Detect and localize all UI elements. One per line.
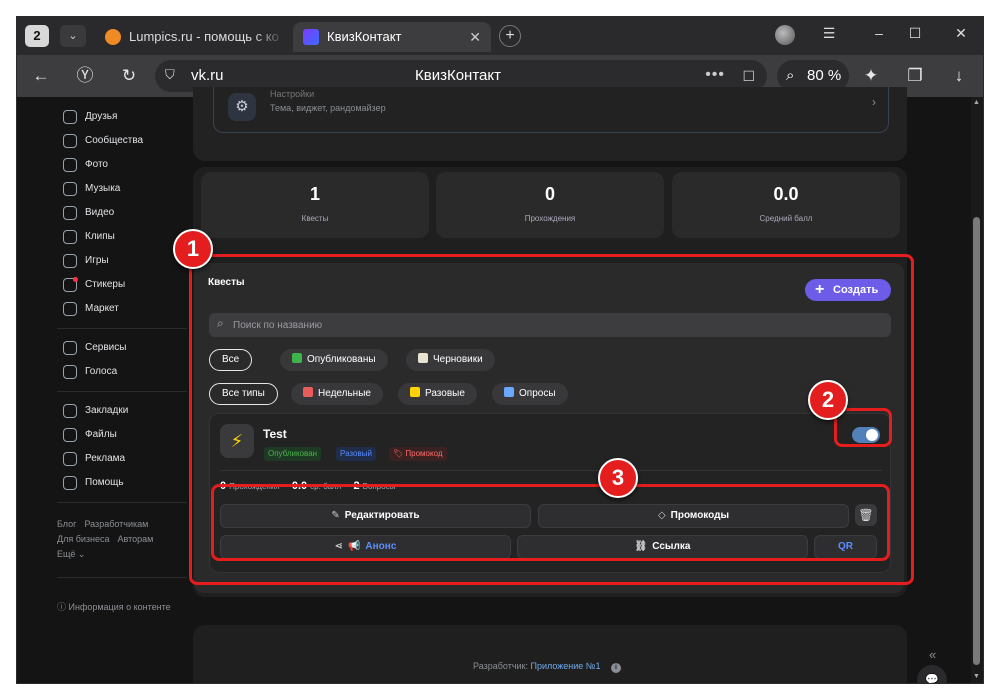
step-marker-2: 2	[808, 380, 848, 420]
notification-dot	[73, 277, 78, 282]
tab-kvizkontakt[interactable]: КвизКонтакт ✕	[293, 22, 491, 52]
sidebar-item-games[interactable]: Игры	[63, 252, 109, 270]
divider	[57, 328, 187, 329]
stat-label: Средний балл	[759, 214, 813, 223]
sidebar-item-votes[interactable]: Голоса	[63, 363, 117, 381]
link-developers[interactable]: Разработчикам	[84, 519, 148, 529]
more-icon[interactable]: •••	[705, 60, 725, 90]
divider	[57, 391, 187, 392]
sidebar-item-files[interactable]: Файлы	[63, 426, 117, 444]
developer-footer: Разработчик: Приложение №1 i	[193, 625, 907, 683]
page-scrollbar[interactable]: ▲ ▼	[971, 97, 983, 683]
friends-icon	[63, 110, 77, 124]
profile-avatar[interactable]	[775, 25, 795, 45]
zoom-level: 80 %	[807, 67, 842, 84]
developer-link[interactable]: Приложение №1	[531, 661, 601, 671]
communities-icon	[63, 134, 77, 148]
back-icon[interactable]: ←	[29, 64, 53, 88]
settings-row[interactable]: ⚙ Настройки Тема, виджет, рандомайзер ›	[213, 87, 889, 133]
video-icon	[63, 206, 77, 220]
yandex-icon[interactable]: Ⓨ	[73, 64, 97, 88]
collapse-icon[interactable]: «	[929, 647, 936, 662]
scroll-down-icon[interactable]: ▼	[973, 673, 980, 680]
sidebar-item-clips[interactable]: Клипы	[63, 228, 115, 246]
lumpics-favicon-icon	[105, 29, 121, 45]
divider	[57, 577, 187, 578]
link-business[interactable]: Для бизнеса	[57, 534, 110, 544]
bookmark-icon	[63, 404, 77, 418]
chevron-down-icon[interactable]: ⌄	[60, 25, 86, 47]
extensions-icon[interactable]: ✦	[859, 64, 883, 88]
tab-lumpics[interactable]: Lumpics.ru - помощь с ко	[95, 22, 285, 52]
content-info-link[interactable]: ⓘ Информация о контенте	[57, 600, 171, 613]
gear-icon: ⚙	[228, 93, 256, 121]
photo-icon	[63, 158, 77, 172]
clips-icon	[63, 230, 77, 244]
collections-icon[interactable]: ❐	[903, 64, 927, 88]
settings-title: Настройки	[270, 89, 315, 99]
market-icon	[63, 302, 77, 316]
services-icon	[63, 341, 77, 355]
sidebar-item-friends[interactable]: Друзья	[63, 108, 117, 126]
votes-icon	[63, 365, 77, 379]
close-window-icon[interactable]: ✕	[951, 25, 971, 42]
vk-sidebar: Друзья Сообщества Фото Музыка Видео Клип…	[57, 97, 197, 683]
stat-label: Прохождения	[524, 214, 576, 223]
kvizkontakt-favicon-icon	[303, 29, 319, 45]
sidebar-item-video[interactable]: Видео	[63, 204, 114, 222]
sidebar-item-stickers[interactable]: Стикеры	[63, 276, 125, 294]
link-more[interactable]: Ещё ⌄	[57, 549, 85, 559]
reload-icon[interactable]: ↻	[117, 64, 141, 88]
sidebar-item-help[interactable]: Помощь	[63, 474, 124, 492]
stat-value: 1	[309, 184, 320, 204]
sidebar-item-music[interactable]: Музыка	[63, 180, 120, 198]
downloads-icon[interactable]: ↓	[947, 64, 971, 88]
info-icon[interactable]: i	[610, 663, 621, 673]
stat-value: 0.0	[773, 184, 799, 204]
tab-label: КвизКонтакт	[327, 29, 402, 44]
close-tab-icon[interactable]: ✕	[469, 22, 481, 52]
scrollbar-thumb[interactable]	[973, 217, 980, 665]
stat-completions: 0 Прохождения	[436, 172, 664, 238]
stat-value: 0	[544, 184, 555, 204]
stat-label: Квесты	[301, 214, 329, 223]
divider	[57, 502, 187, 503]
new-tab-button[interactable]: +	[499, 25, 521, 47]
tab-count-button[interactable]: 2	[25, 25, 49, 47]
highlight-box-toggle	[834, 408, 892, 447]
minimize-icon[interactable]: –	[869, 25, 889, 41]
tab-bar: 2 ⌄ Lumpics.ru - помощь с ко КвизКонтакт…	[17, 17, 983, 55]
sidebar-footer-links: Блог Разработчикам Для бизнеса Авторам Ещё…	[57, 517, 161, 562]
link-authors[interactable]: Авторам	[118, 534, 154, 544]
sidebar-item-ads[interactable]: Реклама	[63, 450, 125, 468]
settings-card: ⚙ Настройки Тема, виджет, рандомайзер ›	[193, 87, 907, 161]
sidebar-item-photos[interactable]: Фото	[63, 156, 108, 174]
settings-subtitle: Тема, виджет, рандомайзер	[270, 103, 386, 113]
megaphone-icon	[63, 452, 77, 466]
stat-quests: 1 Квесты	[201, 172, 429, 238]
step-marker-1: 1	[173, 229, 213, 269]
sidebar-item-market[interactable]: Маркет	[63, 300, 119, 318]
chat-icon[interactable]: 💬	[917, 665, 947, 683]
chevron-right-icon: ›	[872, 95, 876, 109]
games-icon	[63, 254, 77, 268]
sidebar-item-services[interactable]: Сервисы	[63, 339, 126, 357]
scroll-up-icon[interactable]: ▲	[973, 99, 980, 106]
music-icon	[63, 182, 77, 196]
link-blog[interactable]: Блог	[57, 519, 76, 529]
help-icon	[63, 476, 77, 490]
step-marker-3: 3	[598, 458, 638, 498]
file-icon	[63, 428, 77, 442]
stat-average: 0.0 Средний балл	[672, 172, 900, 238]
menu-icon[interactable]: ☰	[819, 25, 839, 42]
highlight-box-actions	[211, 484, 890, 561]
sidebar-item-communities[interactable]: Сообщества	[63, 132, 143, 150]
developer-credit: Разработчик: Приложение №1 i	[473, 661, 621, 673]
shield-icon[interactable]: ⛉	[165, 67, 181, 85]
sidebar-item-bookmarks[interactable]: Закладки	[63, 402, 128, 420]
maximize-icon[interactable]: ☐	[905, 25, 925, 42]
